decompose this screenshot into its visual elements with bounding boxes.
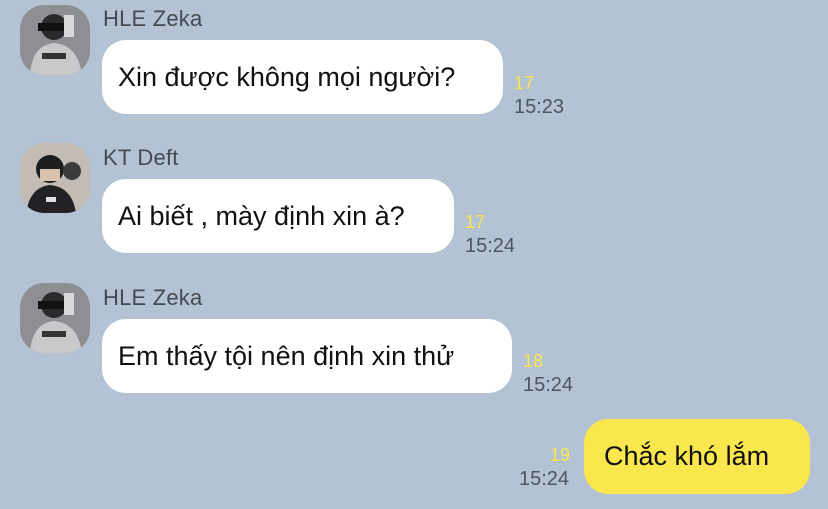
message-time: 15:24 xyxy=(523,374,574,396)
message-bubble[interactable]: Xin được không mọi người? xyxy=(102,40,503,114)
message-bubble-outgoing[interactable]: Chắc khó lắm xyxy=(584,419,810,494)
message-bubble[interactable]: Ai biết , mày định xin à? xyxy=(102,179,454,253)
sender-name: KT Deft xyxy=(103,145,179,170)
message-time: 15:24 xyxy=(465,235,516,257)
unread-count: 18 xyxy=(523,351,544,371)
unread-count: 17 xyxy=(514,73,535,93)
zeka-avatar-icon[interactable] xyxy=(20,5,90,75)
message-bubble[interactable]: Em thấy tội nên định xin thử xyxy=(102,319,512,393)
zeka-avatar-icon[interactable] xyxy=(20,283,90,353)
unread-count: 19 xyxy=(550,445,571,465)
sender-name: HLE Zeka xyxy=(103,6,203,31)
deft-avatar-icon[interactable] xyxy=(20,143,90,213)
chat-area: HLE Zeka Xin được không mọi người? 17 15… xyxy=(0,0,828,509)
message-time: 15:24 xyxy=(519,468,570,490)
sender-name: HLE Zeka xyxy=(103,285,203,310)
message-time: 15:23 xyxy=(514,96,565,118)
unread-count: 17 xyxy=(465,212,486,232)
